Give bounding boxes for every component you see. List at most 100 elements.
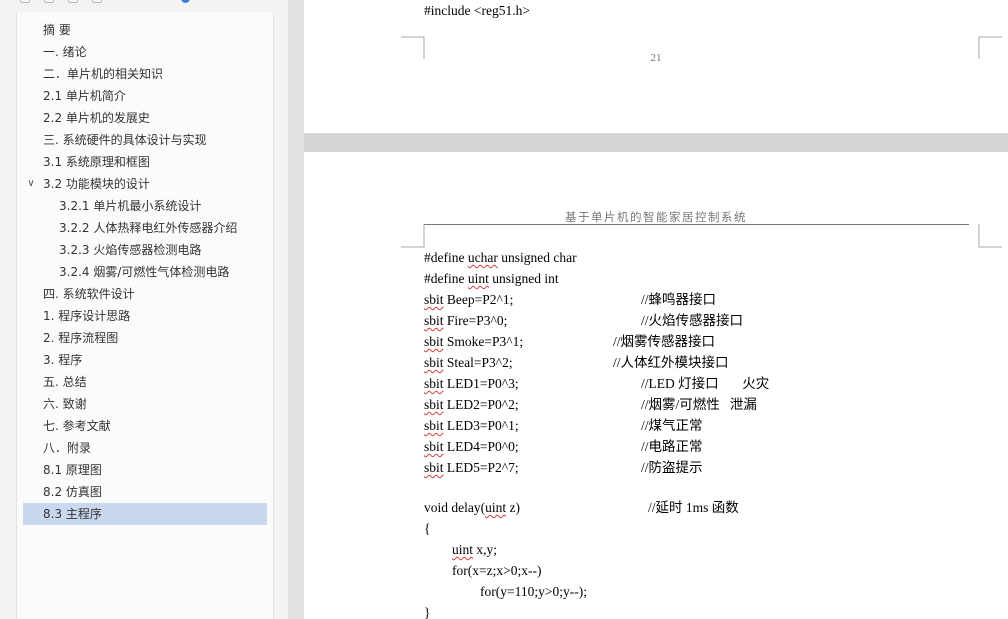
spell-flag: sbit <box>424 292 444 307</box>
code-line: sbit LED1=P0^3; <box>424 376 519 391</box>
outline-item-label: 1. 程序设计思路 <box>43 309 131 323</box>
page-header: 基于单片机的智能家居控制系统 <box>565 212 747 224</box>
outline-item[interactable]: 8.3 主程序 <box>23 503 267 525</box>
outline-item-label: 七. 参考文献 <box>43 419 111 433</box>
corner-mark-icon <box>978 224 1002 248</box>
code-comment: //LED 灯接口 火灾 <box>641 376 770 391</box>
outline-item[interactable]: 八．附录 <box>23 437 267 459</box>
spell-flag: sbit <box>424 397 444 412</box>
outline-item-label: 3.2.1 单片机最小系统设计 <box>59 199 202 213</box>
outline-item-label: 2.1 单片机简介 <box>43 89 126 103</box>
outline-item[interactable]: 3.2.1 单片机最小系统设计 <box>23 195 267 217</box>
outline-item[interactable]: 8.2 仿真图 <box>23 481 267 503</box>
code-line: sbit Fire=P3^0; <box>424 313 508 328</box>
outline-item[interactable]: 3.2.4 烟雾/可燃性气体检测电路 <box>23 261 267 283</box>
outline-item-label: 8.3 主程序 <box>43 507 102 521</box>
toolbar-button-icon[interactable] <box>92 0 102 3</box>
code-comment: //烟雾/可燃性 泄漏 <box>641 397 757 412</box>
outline-item[interactable]: 3.2.3 火焰传感器检测电路 <box>23 239 267 261</box>
spell-flag: sbit <box>424 313 444 328</box>
spell-flag: sbit <box>424 418 444 433</box>
outline-item[interactable]: 摘 要 <box>23 19 267 41</box>
outline-item[interactable]: 3.1 系统原理和框图 <box>23 151 267 173</box>
code-line: sbit Smoke=P3^1; <box>424 334 524 349</box>
outline-item[interactable]: 1. 程序设计思路 <box>23 305 267 327</box>
code-line: sbit LED3=P0^1; <box>424 418 519 433</box>
radio-icon[interactable] <box>181 0 190 3</box>
code-comment: //蜂鸣器接口 <box>641 292 717 307</box>
toolbar-button-icon[interactable] <box>20 0 30 3</box>
toolbar-button-icon[interactable] <box>68 0 78 3</box>
outline-item-label: 2. 程序流程图 <box>43 331 119 345</box>
outline-item[interactable]: 三. 系统硬件的具体设计与实现 <box>23 129 267 151</box>
outline-item-label: 2.2 单片机的发展史 <box>43 111 150 125</box>
code-comment: //防盗提示 <box>641 460 703 475</box>
outline-item[interactable]: 六. 致谢 <box>23 393 267 415</box>
code-line: sbit Beep=P2^1; <box>424 292 514 307</box>
outline-item-label: 3.2.2 人体热释电红外传感器介绍 <box>59 221 238 235</box>
outline-item[interactable]: ∨ 3.2 功能模块的设计 <box>23 173 267 195</box>
outline-item[interactable]: 3.2.2 人体热释电红外传感器介绍 <box>23 217 267 239</box>
outline-item-label: 三. 系统硬件的具体设计与实现 <box>43 133 207 147</box>
code-comment: //电路正常 <box>641 439 703 454</box>
header-rule <box>424 224 969 225</box>
outline-item-label: 六. 致谢 <box>43 397 87 411</box>
outline-item[interactable]: 五. 总结 <box>23 371 267 393</box>
code-line: void delay(uint z) <box>424 500 520 515</box>
outline-item-label: 3. 程序 <box>43 353 83 367</box>
code-line: uint x,y; <box>452 542 498 557</box>
spell-flag: sbit <box>424 355 444 370</box>
page-21: #include <reg51.h> 21 <box>304 0 1008 133</box>
spell-flag: sbit <box>424 460 444 475</box>
outline-item[interactable]: 2.2 单片机的发展史 <box>23 107 267 129</box>
page-22: 基于单片机的智能家居控制系统 #define uchar unsigned ch… <box>304 152 1008 619</box>
spell-flag: sbit <box>424 334 444 349</box>
outline-item-label: 五. 总结 <box>43 375 87 389</box>
outline-item-label: 3.2 功能模块的设计 <box>43 177 150 191</box>
outline-item-label: 8.2 仿真图 <box>43 485 102 499</box>
outline-item[interactable]: 一. 绪论 <box>23 41 267 63</box>
outline-item[interactable]: 四. 系统软件设计 <box>23 283 267 305</box>
outline-item[interactable]: 二．单片机的相关知识 <box>23 63 267 85</box>
outline-item-label: 3.1 系统原理和框图 <box>43 155 150 169</box>
code-line: sbit Steal=P3^2; <box>424 355 513 370</box>
code-line: sbit LED5=P2^7; <box>424 460 519 475</box>
code-line: { <box>424 521 431 536</box>
outline-item-label: 四. 系统软件设计 <box>43 287 135 301</box>
outline-item-label: 3.2.3 火焰传感器检测电路 <box>59 243 202 257</box>
outline-item-label: 一. 绪论 <box>43 45 87 59</box>
nav-scrollbar-gutter[interactable] <box>288 0 304 619</box>
spell-flag: sbit <box>424 439 444 454</box>
code-line: for(x=z;x>0;x--) <box>452 563 542 578</box>
navigation-pane: 摘 要一. 绪论二．单片机的相关知识 2.1 单片机简介 2.2 单片机的发展史三.… <box>0 0 288 619</box>
outline-item[interactable]: 七. 参考文献 <box>23 415 267 437</box>
code-comment: //人体红外模块接口 <box>613 355 729 370</box>
code-line: #define uchar unsigned char <box>424 250 577 265</box>
spell-flag: uint <box>467 271 489 286</box>
toolbar-button-icon[interactable] <box>44 0 54 3</box>
code-line: #include <reg51.h> <box>424 3 530 18</box>
spell-flag: uint <box>452 542 474 557</box>
spell-flag: uchar <box>467 250 498 265</box>
code-line: for(y=110;y>0;y--); <box>480 584 587 599</box>
code-comment: //延时 1ms 函数 <box>648 500 739 515</box>
spell-flag: sbit <box>424 376 444 391</box>
corner-mark-icon <box>401 224 425 248</box>
outline-item[interactable]: 8.1 原理图 <box>23 459 267 481</box>
code-line: } <box>424 605 431 619</box>
spell-flag: uint <box>485 500 507 515</box>
outline-item[interactable]: 3. 程序 <box>23 349 267 371</box>
nav-toolbar <box>0 0 288 4</box>
outline-item[interactable]: 2. 程序流程图 <box>23 327 267 349</box>
code-line: sbit LED4=P0^0; <box>424 439 519 454</box>
outline-item-label: 摘 要 <box>43 23 71 37</box>
outline-item-label: 8.1 原理图 <box>43 463 102 477</box>
chevron-down-icon[interactable]: ∨ <box>25 173 37 195</box>
code-line: sbit LED2=P0^2; <box>424 397 519 412</box>
outline-item-label: 二．单片机的相关知识 <box>43 67 164 81</box>
outline-list: 摘 要一. 绪论二．单片机的相关知识 2.1 单片机简介 2.2 单片机的发展史三.… <box>16 12 274 619</box>
code-comment: //煤气正常 <box>641 418 703 433</box>
outline-item-label: 3.2.4 烟雾/可燃性气体检测电路 <box>59 265 230 279</box>
outline-item[interactable]: 2.1 单片机简介 <box>23 85 267 107</box>
code-comment: //火焰传感器接口 <box>641 313 744 328</box>
